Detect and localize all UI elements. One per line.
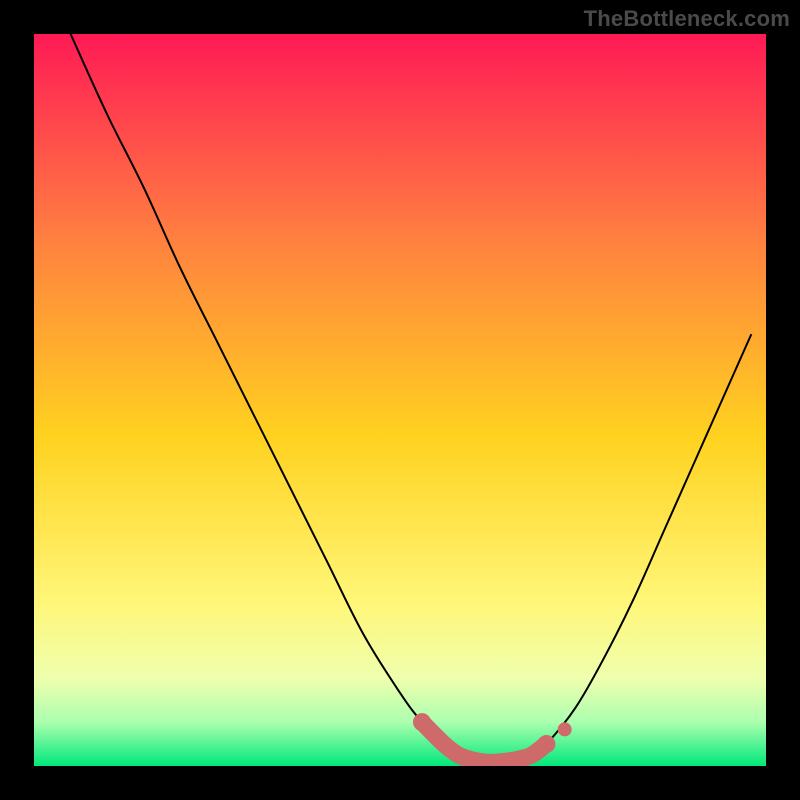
bottleneck-chart: [34, 34, 766, 766]
optimal-end-dot: [537, 735, 555, 753]
optimal-start-dot: [413, 713, 431, 731]
optimal-extra-dot: [558, 722, 572, 736]
gradient-background: [34, 34, 766, 766]
watermark-text: TheBottleneck.com: [584, 6, 790, 32]
plot-area: [34, 34, 766, 766]
chart-frame: TheBottleneck.com: [0, 0, 800, 800]
